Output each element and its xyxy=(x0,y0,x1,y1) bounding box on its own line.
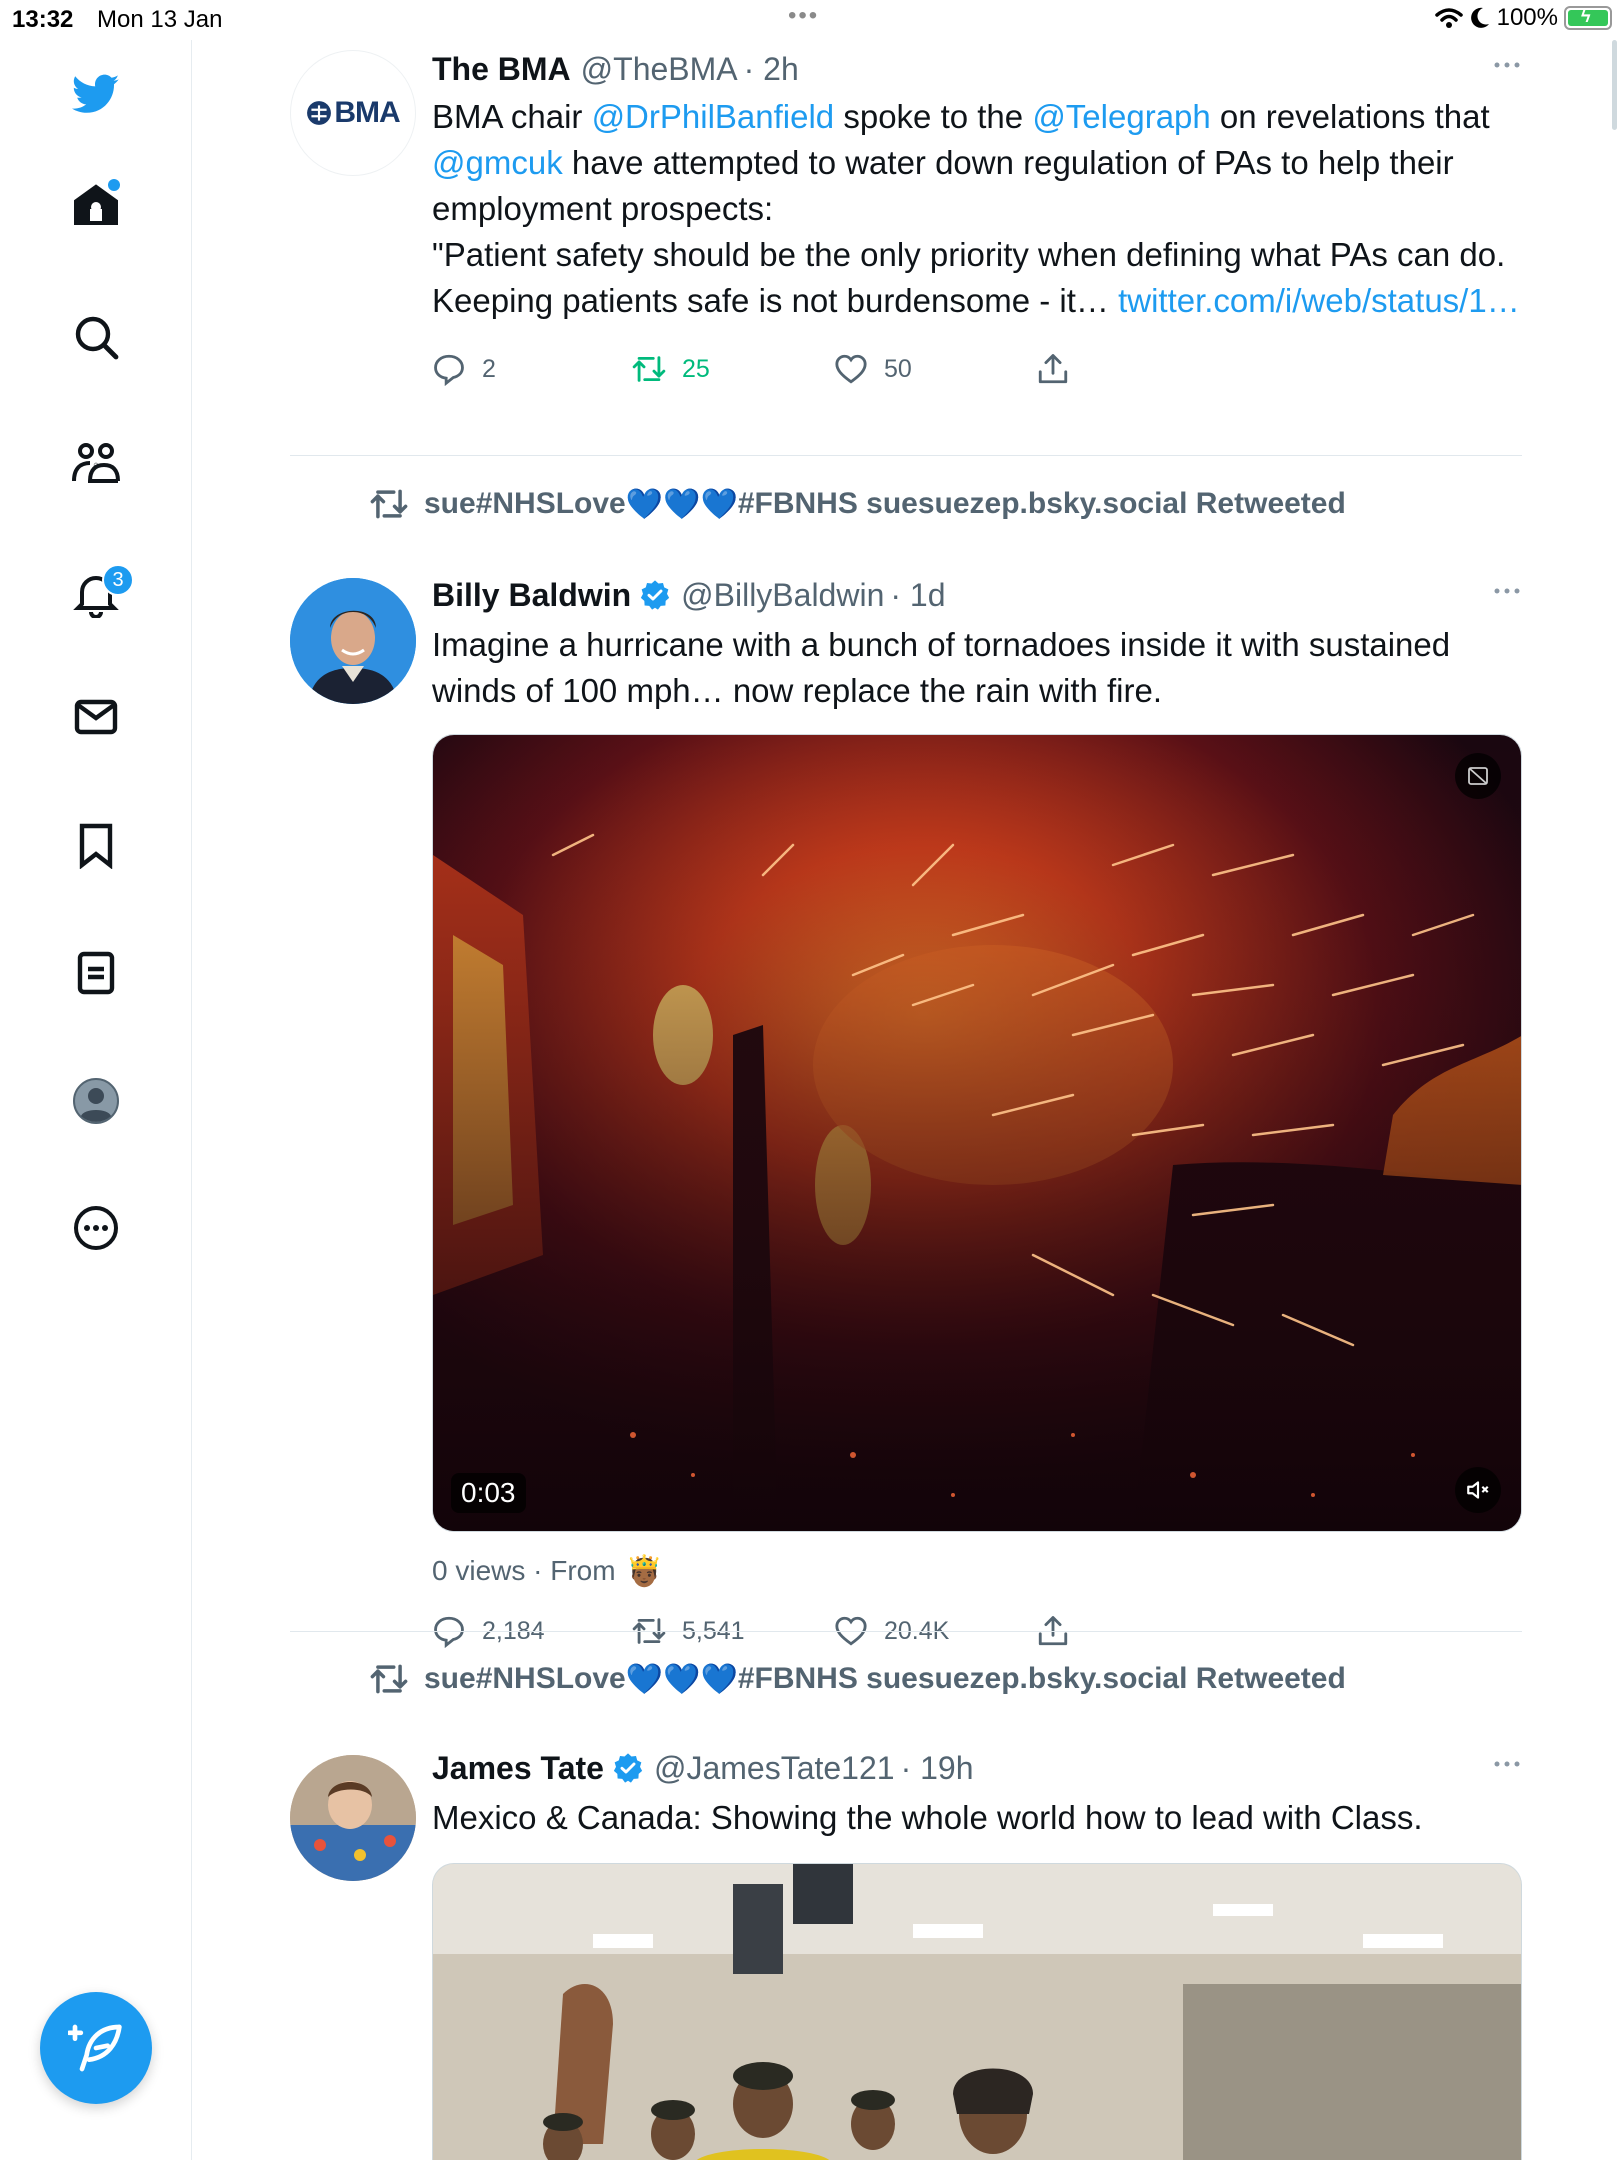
tweet-text: Imagine a hurricane with a bunch of torn… xyxy=(432,626,1451,709)
bma-logo-text: BMA xyxy=(334,96,400,129)
tweet-image[interactable] xyxy=(432,1863,1522,2160)
twitter-logo-icon[interactable] xyxy=(62,60,130,128)
lists-icon[interactable] xyxy=(62,939,130,1007)
tweet-actions: 2 25 50 xyxy=(432,346,1522,392)
status-date: Mon 13 Jan xyxy=(97,6,223,33)
bookmarks-icon[interactable] xyxy=(62,811,130,879)
tweet-james-tate[interactable]: sue#NHSLove 💙💙💙 #FBNHS suesuezep.bsky.soci… xyxy=(290,1657,1522,2160)
tweet-billy-baldwin[interactable]: sue#NHSLove 💙💙💙 #FBNHS suesuezep.bsky.soci… xyxy=(290,480,1522,1648)
tweet-divider xyxy=(290,1631,1522,1632)
verified-badge-icon xyxy=(641,580,670,610)
view-count-line: 0 views · From 🤴🏾 xyxy=(432,1548,1522,1594)
reply-button[interactable]: 2 xyxy=(432,346,496,392)
tweet-time[interactable]: · 19h xyxy=(901,1750,974,1787)
mention-link[interactable]: @Telegraph xyxy=(1032,98,1210,135)
search-icon[interactable] xyxy=(62,303,130,371)
text-segment: have attempted to water down regulation … xyxy=(432,144,1454,227)
retweeter-name: sue#NHSLove xyxy=(424,487,626,520)
retweeted-label: #FBNHS suesuezep.bsky.social Retweeted xyxy=(737,487,1346,520)
home-icon[interactable] xyxy=(62,171,130,239)
retweet-icon xyxy=(370,489,408,519)
profile-icon[interactable] xyxy=(62,1067,130,1135)
airport-group-photo xyxy=(433,1864,1521,2160)
reply-count: 2 xyxy=(482,354,496,383)
wifi-icon xyxy=(1434,8,1463,28)
more-icon[interactable] xyxy=(62,1194,130,1262)
communities-icon[interactable] xyxy=(62,429,130,497)
retweet-button[interactable]: 25 xyxy=(632,346,710,392)
author-name[interactable]: The BMA xyxy=(432,51,571,88)
avatar[interactable] xyxy=(290,578,416,704)
retweet-icon xyxy=(632,356,666,382)
text-segment: on revelations that xyxy=(1210,98,1490,135)
status-time: 13:32 xyxy=(12,6,74,33)
muted-speaker-icon xyxy=(1467,1481,1489,1499)
blue-hearts-emoji: 💙💙💙 xyxy=(625,1662,738,1696)
mention-link[interactable]: @gmcuk xyxy=(432,144,563,181)
battery-icon: ϟ xyxy=(1564,6,1612,30)
like-button[interactable]: 50 xyxy=(834,346,912,392)
messages-icon[interactable] xyxy=(62,683,130,751)
like-count: 50 xyxy=(884,354,912,383)
heart-icon xyxy=(835,354,867,384)
url-link[interactable]: twitter.com/i/web/status/1… xyxy=(1118,282,1520,319)
fire-video-frame xyxy=(433,735,1521,1531)
notification-badge: 3 xyxy=(102,564,134,596)
more-options-icon[interactable] xyxy=(1492,60,1522,70)
author-handle[interactable]: @JamesTate121 xyxy=(654,1750,895,1787)
billy-baldwin-photo xyxy=(290,578,416,704)
tweet-text: Mexico & Canada: Showing the whole world… xyxy=(432,1799,1423,1836)
author-name[interactable]: Billy Baldwin xyxy=(432,577,631,614)
media-settings-icon xyxy=(1468,767,1488,785)
more-options-icon[interactable] xyxy=(1492,586,1522,596)
text-segment: spoke to the xyxy=(834,98,1033,135)
tweet-time[interactable]: · 2h xyxy=(744,51,799,88)
verified-badge-icon xyxy=(613,1753,643,1783)
compose-feather-icon xyxy=(68,2024,122,2072)
tweet-divider xyxy=(290,455,1522,456)
compose-button[interactable] xyxy=(40,1992,152,2104)
retweet-icon xyxy=(370,1664,408,1694)
author-name[interactable]: James Tate xyxy=(432,1750,604,1787)
retweeted-by-line[interactable]: sue#NHSLove 💙💙💙 #FBNHS suesuezep.bsky.soci… xyxy=(370,1659,1346,1699)
avatar[interactable]: BMA xyxy=(290,50,416,176)
more-options-icon[interactable] xyxy=(1492,1759,1522,1769)
author-handle[interactable]: @BillyBaldwin xyxy=(681,577,884,614)
bma-crest-icon xyxy=(307,101,332,125)
reply-icon xyxy=(434,354,464,386)
view-count: 0 views · From xyxy=(432,1555,616,1586)
status-bar: 13:32 Mon 13 Jan ••• 100% ϟ xyxy=(0,0,1620,40)
tweet-video[interactable]: 0:03 xyxy=(432,734,1522,1532)
mention-link[interactable]: @DrPhilBanfield xyxy=(592,98,835,135)
timeline-feed: BMA The BMA @TheBMA · 2h BMA chair @DrPh… xyxy=(192,40,1620,2160)
prince-emoji: 🤴🏾 xyxy=(625,1554,663,1588)
blue-hearts-emoji: 💙💙💙 xyxy=(625,487,738,521)
text-segment: BMA chair xyxy=(432,98,592,135)
media-settings-button[interactable] xyxy=(1455,753,1501,799)
battery-percent: 100% xyxy=(1496,4,1558,31)
avatar[interactable] xyxy=(290,1755,416,1881)
tweet-time[interactable]: · 1d xyxy=(890,577,945,614)
sidebar: 3 xyxy=(0,40,192,2160)
multitask-dots[interactable]: ••• xyxy=(788,2,819,30)
share-icon xyxy=(1038,354,1068,384)
share-button[interactable] xyxy=(1036,346,1086,392)
tweet-text: BMA chair @DrPhilBanfield spoke to the @… xyxy=(432,94,1522,324)
tweet-bma[interactable]: BMA The BMA @TheBMA · 2h BMA chair @DrPh… xyxy=(290,46,1522,446)
retweeted-by-line[interactable]: sue#NHSLove 💙💙💙 #FBNHS suesuezep.bsky.soci… xyxy=(370,484,1346,524)
author-handle[interactable]: @TheBMA xyxy=(581,51,738,88)
moon-icon xyxy=(1470,7,1489,28)
james-tate-photo xyxy=(290,1755,416,1881)
retweeted-label: #FBNHS suesuezep.bsky.social Retweeted xyxy=(737,1662,1346,1695)
notifications-icon[interactable]: 3 xyxy=(62,560,134,628)
video-timestamp: 0:03 xyxy=(451,1473,526,1513)
retweet-count: 25 xyxy=(682,354,710,383)
retweeter-name: sue#NHSLove xyxy=(424,1662,626,1695)
mute-button[interactable] xyxy=(1455,1467,1501,1513)
